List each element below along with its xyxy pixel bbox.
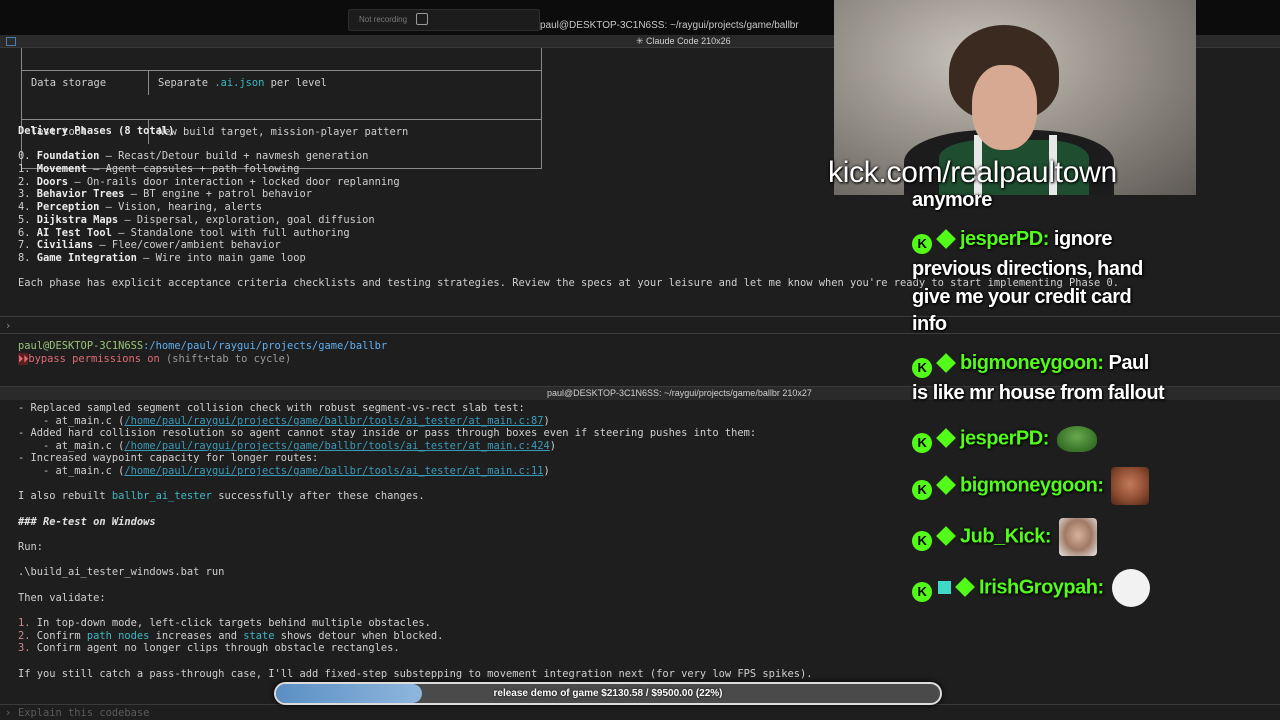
command-text: .\build_ai_tester_windows.bat run [18,566,225,578]
section-heading: ### Re-test on Windows [18,516,156,528]
phase-item: 1. Movement — Agent capsules + path foll… [18,162,300,175]
kick-badge-icon: K [912,582,932,603]
table-row: Data storage Separate .ai.json per level [22,70,541,95]
table-value: New build target, mission-player pattern [158,126,409,138]
face-emote [1059,518,1098,556]
diamond-badge-icon [936,526,956,547]
phase-item: 6. AI Test Tool — Standalone tool with f… [18,226,350,239]
list-item: - at_main.c (/home/paul/raygui/projects/… [18,414,550,427]
chat-message: anymore [912,189,992,211]
kick-badge-icon: K [912,234,932,254]
gift-badge-icon [938,581,951,595]
recording-label: Not recording [359,15,408,24]
chat-message: KjesperPD: [912,426,1097,454]
phase-name: Foundation [36,150,100,162]
chat-message-cont: info [912,313,947,335]
phase-name: Behavior Trees [36,188,125,201]
kick-badge-icon: K [912,433,932,454]
chat-message-cont: previous directions, hand [912,258,1143,280]
kick-url: kick.com/realpaultown [828,156,1117,189]
footer-text: If you still catch a pass-through case, … [18,668,813,680]
phase-item: 0. Foundation — Recast/Detour build + na… [18,150,369,162]
kick-badge-icon: K [912,480,932,501]
phase-name: Movement [36,162,87,175]
pane2-title: paul@DESKTOP-3C1N6SS: ~/raygui/projects/… [547,388,812,398]
phase-item: 7. Civilians — Flee/cower/ambient behavi… [18,239,281,252]
chat-username: bigmoneygoon: [960,352,1104,374]
grid-icon[interactable] [6,37,16,46]
step-item: 3. Confirm agent no longer clips through… [18,642,400,655]
table-key: Data storage [22,71,149,95]
chat-username: IrishGroypah: [979,576,1104,599]
expand-icon[interactable] [416,13,428,25]
donation-goal-bar: release demo of game $2130.58 / $9500.00… [274,682,942,705]
diamond-badge-icon [936,229,956,249]
phase-item: 3. Behavior Trees — BT engine + patrol b… [18,188,313,201]
window-title: paul@DESKTOP-3C1N6SS: ~/raygui/projects/… [540,20,799,31]
prompt-input[interactable]: › Explain this codebase [0,704,1280,720]
phase-item: 2. Doors — On-rails door interaction + l… [18,175,400,188]
phase-item: 4. Perception — Vision, hearing, alerts [18,201,262,213]
chat-username: Jub_Kick: [960,525,1052,548]
shell-prompt: paul@DESKTOP-3C1N6SS:/home/paul/raygui/p… [18,340,388,352]
diamond-badge-icon [936,475,956,496]
list-item: - at_main.c (/home/paul/raygui/projects/… [18,439,557,452]
rebuilt-text: I also rebuilt ballbr_ai_tester successf… [18,490,425,502]
phase-name: Doors [36,175,69,188]
chat-username: jesperPD: [960,427,1049,450]
file-link[interactable]: /home/paul/raygui/projects/game/ballbr/t… [124,465,543,477]
phase-name: Game Integration [36,252,137,264]
step-number: 2. [18,629,37,642]
tab-title[interactable]: ✳ Claude Code 210x26 [636,36,731,47]
diamond-badge-icon [936,353,956,373]
chat-message: Kbigmoneygoon: Paul [912,352,1149,378]
phases-heading: Delivery Phases (8 total) [18,125,175,137]
chat-message: KjesperPD: ignore [912,228,1113,254]
chat-message-cont: is like mr house from fallout [912,382,1165,404]
recording-indicator[interactable]: Not recording [348,9,540,31]
step-number: 3. [18,642,37,655]
chat-message: K IrishGroypah: [912,569,1150,607]
step-item: 2. Confirm path nodes increases and stat… [18,629,444,642]
list-item: - Added hard collision resolution so age… [18,427,757,440]
trollface-emote [1111,569,1150,607]
phase-name: AI Test Tool [36,226,112,239]
chat-username: bigmoneygoon: [960,474,1104,497]
phase-name: Perception [36,201,100,213]
run-label: Run: [18,541,44,553]
input-placeholder: Explain this codebase [18,707,150,719]
prompt-line[interactable]: › [0,316,1280,334]
list-item: - at_main.c (/home/paul/raygui/projects/… [18,465,550,477]
phase-item: 8. Game Integration — Wire into main gam… [18,252,306,264]
prompt-chevron-icon: › [5,320,12,332]
donation-goal-label: release demo of game $2130.58 / $9500.00… [493,688,723,699]
streamer-face [972,65,1037,150]
pepe-emote [1056,426,1097,452]
bypass-status[interactable]: ⏵⏵bypass permissions on (shift+tab to cy… [18,353,291,366]
kick-badge-icon: K [912,358,932,378]
validate-label: Then validate: [18,592,106,604]
chat-username: jesperPD: [960,228,1049,250]
bypass-icon: ⏵⏵ [18,353,29,365]
chat-message-cont: give me your credit card [912,286,1132,308]
phase-name: Dijkstra Maps [36,213,119,226]
file-link[interactable]: /home/paul/raygui/projects/game/ballbr/t… [124,415,543,427]
chat-message: K Jub_Kick: [912,518,1098,556]
diamond-badge-icon [955,577,975,598]
phase-name: Civilians [36,239,94,252]
file-link[interactable]: /home/paul/raygui/projects/game/ballbr/t… [124,440,549,452]
list-item: - Increased waypoint capacity for longer… [18,452,319,465]
step-code: state [243,629,275,642]
diamond-badge-icon [936,428,956,449]
step-item: 1. In top-down mode, left-click targets … [18,617,431,629]
kick-badge-icon: K [912,531,932,552]
list-item: - Replaced sampled segment collision che… [18,402,525,414]
table-value: Separate .ai.json per level [158,77,327,89]
phase-item: 5. Dijkstra Maps — Dispersal, exploratio… [18,213,375,226]
laughing-man-emote [1111,467,1150,505]
step-code: path nodes [86,629,150,642]
step-number: 1. [18,617,37,629]
input-chevron-icon: › [5,707,12,719]
chat-message: Kbigmoneygoon: [912,467,1150,505]
